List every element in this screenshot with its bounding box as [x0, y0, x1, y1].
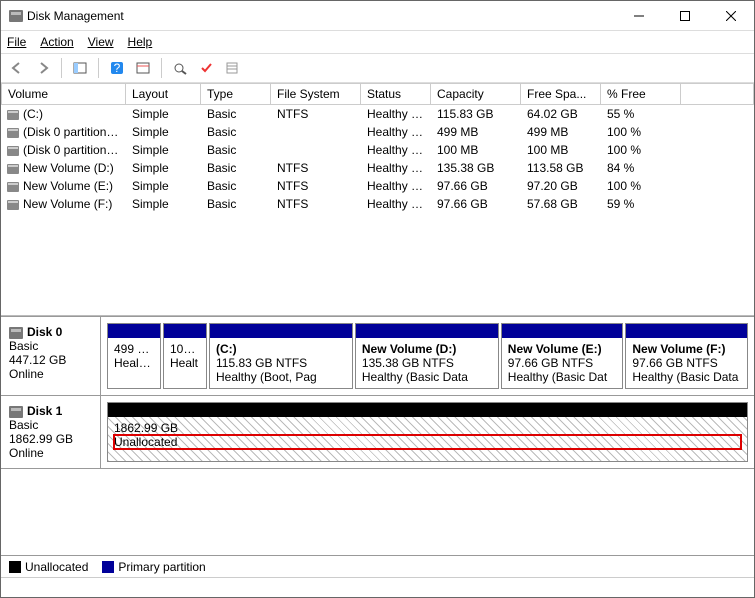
partition[interactable]: New Volume (D:)135.38 GB NTFSHealthy (Ba…	[355, 323, 499, 389]
volume-icon	[7, 146, 19, 156]
table-row[interactable]: (Disk 0 partition 1)SimpleBasicHealthy (…	[1, 123, 754, 141]
partition[interactable]: (C:)115.83 GB NTFSHealthy (Boot, Pag	[209, 323, 353, 389]
svg-text:?: ?	[114, 61, 121, 75]
menu-file[interactable]: File	[7, 35, 26, 49]
legend: Unallocated Primary partition	[1, 555, 754, 577]
partition-unallocated[interactable]: 1862.99 GBUnallocated	[107, 402, 748, 462]
toolbar-separator	[161, 58, 162, 78]
swatch-primary	[102, 561, 114, 573]
col-volume[interactable]: Volume	[1, 83, 126, 105]
column-headers: Volume Layout Type File System Status Ca…	[1, 83, 754, 105]
window-title: Disk Management	[27, 9, 616, 23]
show-hide-console-button[interactable]	[68, 56, 92, 80]
list-button[interactable]	[220, 56, 244, 80]
table-row[interactable]: New Volume (E:)SimpleBasicNTFSHealthy (B…	[1, 177, 754, 195]
volume-rows: (C:)SimpleBasicNTFSHealthy (B...115.83 G…	[1, 105, 754, 315]
col-status[interactable]: Status	[361, 83, 431, 105]
table-row[interactable]: (C:)SimpleBasicNTFSHealthy (B...115.83 G…	[1, 105, 754, 123]
partition[interactable]: 100 MHealt	[163, 323, 207, 389]
toolbar-separator	[61, 58, 62, 78]
volume-icon	[7, 200, 19, 210]
volume-icon	[7, 110, 19, 120]
refresh-button[interactable]	[168, 56, 192, 80]
disk-meta[interactable]: Disk 1Basic1862.99 GBOnline	[1, 396, 101, 468]
titlebar[interactable]: Disk Management	[1, 1, 754, 31]
disk-meta[interactable]: Disk 0Basic447.12 GBOnline	[1, 317, 101, 395]
legend-primary: Primary partition	[102, 560, 205, 574]
minimize-button[interactable]	[616, 1, 662, 31]
legend-unallocated: Unallocated	[9, 560, 88, 574]
col-layout[interactable]: Layout	[126, 83, 201, 105]
statusbar	[1, 577, 754, 597]
partition[interactable]: New Volume (E:)97.66 GB NTFSHealthy (Bas…	[501, 323, 624, 389]
partition[interactable]: 499 MBHealthy	[107, 323, 161, 389]
disk-icon	[9, 406, 23, 418]
menu-view[interactable]: View	[88, 35, 114, 49]
menu-action[interactable]: Action	[40, 35, 73, 49]
menu-help[interactable]: Help	[128, 35, 153, 49]
back-button[interactable]	[5, 56, 29, 80]
toolbar-separator	[98, 58, 99, 78]
table-row[interactable]: New Volume (F:)SimpleBasicNTFSHealthy (B…	[1, 195, 754, 213]
table-row[interactable]: New Volume (D:)SimpleBasicNTFSHealthy (B…	[1, 159, 754, 177]
col-freespace[interactable]: Free Spa...	[521, 83, 601, 105]
partition[interactable]: New Volume (F:)97.66 GB NTFSHealthy (Bas…	[625, 323, 748, 389]
col-filesystem[interactable]: File System	[271, 83, 361, 105]
col-pctfree[interactable]: % Free	[601, 83, 681, 105]
menubar: File Action View Help	[1, 31, 754, 53]
col-type[interactable]: Type	[201, 83, 271, 105]
forward-button[interactable]	[31, 56, 55, 80]
table-row[interactable]: (Disk 0 partition 2)SimpleBasicHealthy (…	[1, 141, 754, 159]
disk-management-window: Disk Management File Action View Help ? …	[0, 0, 755, 598]
disk-row: Disk 1Basic1862.99 GBOnline1862.99 GBUna…	[1, 396, 754, 469]
toolbar: ?	[1, 53, 754, 83]
properties-button[interactable]	[131, 56, 155, 80]
help-button[interactable]: ?	[105, 56, 129, 80]
swatch-unallocated	[9, 561, 21, 573]
volume-icon	[7, 182, 19, 192]
close-button[interactable]	[708, 1, 754, 31]
disk-icon	[9, 327, 23, 339]
settings-button[interactable]	[194, 56, 218, 80]
maximize-button[interactable]	[662, 1, 708, 31]
disk-row: Disk 0Basic447.12 GBOnline499 MBHealthy1…	[1, 317, 754, 396]
disk-graphical-view: Disk 0Basic447.12 GBOnline499 MBHealthy1…	[1, 316, 754, 555]
app-icon	[9, 10, 23, 22]
volume-icon	[7, 128, 19, 138]
col-spacer	[681, 83, 754, 105]
volume-list: Volume Layout Type File System Status Ca…	[1, 83, 754, 316]
volume-icon	[7, 164, 19, 174]
col-capacity[interactable]: Capacity	[431, 83, 521, 105]
